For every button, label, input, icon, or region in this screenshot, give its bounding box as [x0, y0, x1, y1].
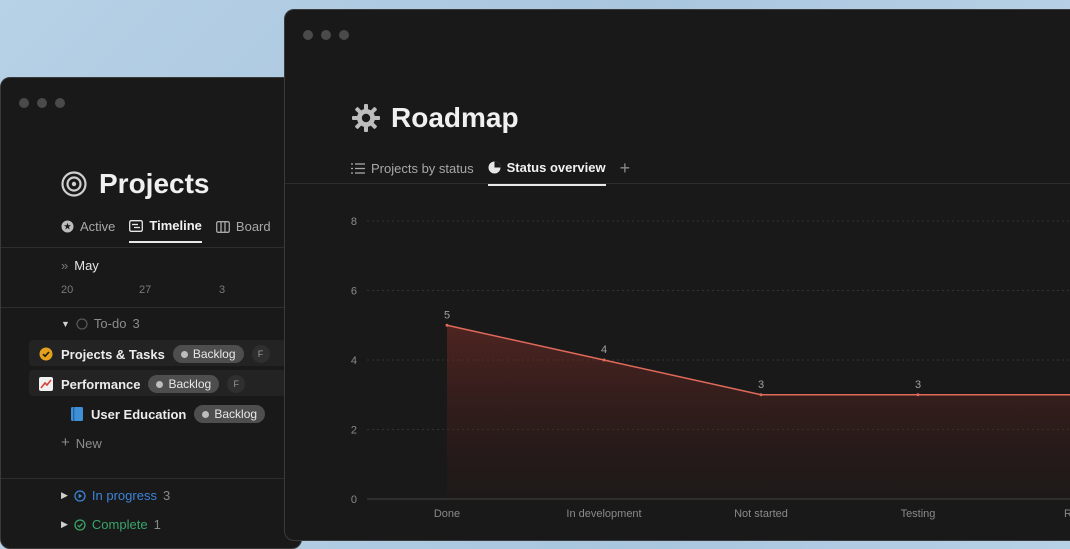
page-title-text: Projects [99, 168, 210, 199]
tab-label: Active [80, 219, 116, 234]
data-point[interactable] [445, 323, 449, 327]
status-label: Backlog [168, 377, 212, 391]
avatar[interactable]: F [227, 375, 246, 393]
tab-active[interactable]: Active [61, 218, 115, 243]
y-tick-label: 6 [351, 286, 357, 298]
y-tick-label: 0 [351, 494, 357, 506]
list-item[interactable]: Projects & Tasks Backlog F [39, 345, 270, 363]
divider [1, 478, 301, 479]
empty-circle-icon [76, 317, 88, 330]
x-tick-label: Not started [734, 508, 788, 520]
row-title: Projects & Tasks [61, 346, 165, 362]
day-label: 27 [139, 284, 152, 296]
y-tick-label: 4 [351, 355, 357, 367]
group-complete[interactable]: ▶ Complete 1 [61, 517, 161, 532]
day-label: 3 [219, 284, 226, 296]
plus-icon: + [61, 434, 70, 451]
new-item-button[interactable]: + New [61, 434, 102, 451]
tab-label: Timeline [149, 218, 202, 233]
projects-window: Projects Active Timeline Board » May 20 … [0, 77, 302, 549]
x-tick-label: Revi [1064, 508, 1070, 520]
group-label: To-do [93, 316, 127, 331]
tab-timeline[interactable]: Timeline [129, 218, 202, 243]
triangle-right-icon[interactable]: ▶ [61, 490, 68, 501]
group-count: 3 [162, 488, 171, 503]
status-label: Backlog [214, 407, 258, 421]
timeline-month: » May [61, 258, 99, 273]
data-label: 5 [444, 309, 450, 321]
check-badge-icon [39, 347, 53, 361]
data-label: 3 [915, 379, 921, 391]
chart-up-icon [39, 377, 53, 391]
chart-area [447, 325, 1070, 499]
list-item[interactable]: Performance Backlog F [39, 375, 246, 393]
triangle-down-icon[interactable]: ▼ [61, 319, 70, 329]
status-chart: 0 2 4 6 8 5 4 3 3 Done In development Not started… [351, 216, 1070, 520]
status-label: Backlog [192, 347, 236, 361]
row-title: User Education [91, 406, 187, 422]
x-tick-label: In development [566, 508, 641, 520]
target-icon [61, 171, 87, 197]
timeline-icon [129, 219, 144, 232]
divider [1, 307, 301, 308]
group-in-progress[interactable]: ▶ In progress 3 [61, 488, 170, 503]
avatar[interactable]: F [251, 345, 270, 363]
tab-board[interactable]: Board [215, 218, 271, 243]
group-label: Complete [91, 517, 148, 532]
data-label: 3 [758, 379, 764, 391]
data-point[interactable] [916, 393, 920, 397]
double-chevron-icon[interactable]: » [61, 258, 68, 273]
list-item[interactable]: User Education Backlog [71, 405, 266, 423]
roadmap-window: Roadmap Projects by status Status overvi… [284, 9, 1070, 541]
y-tick-label: 8 [351, 216, 357, 228]
triangle-right-icon[interactable]: ▶ [61, 519, 68, 530]
book-icon [71, 407, 83, 421]
y-tick-label: 2 [351, 425, 357, 437]
tab-label: Board [235, 219, 271, 234]
new-item-label: New [75, 436, 102, 451]
row-title: Performance [61, 376, 141, 392]
data-point[interactable] [759, 393, 763, 397]
status-badge[interactable]: Backlog [148, 375, 220, 393]
day-label: 20 [61, 284, 74, 296]
group-count: 1 [153, 517, 161, 532]
group-count: 3 [132, 316, 140, 331]
in-progress-icon [74, 489, 86, 502]
data-point[interactable] [602, 358, 606, 362]
status-badge[interactable]: Backlog [194, 405, 266, 423]
page-title: Projects [61, 168, 210, 200]
x-tick-label: Testing [901, 508, 936, 520]
window-controls[interactable] [19, 98, 65, 108]
view-tabs: Active Timeline Board [61, 218, 271, 243]
check-circle-icon [74, 518, 86, 531]
star-circle-icon [61, 220, 74, 233]
divider [1, 247, 301, 248]
data-label: 4 [601, 344, 607, 356]
x-tick-label: Done [434, 508, 460, 520]
group-todo[interactable]: ▼ To-do 3 [61, 316, 140, 331]
status-badge[interactable]: Backlog [172, 345, 244, 363]
group-label: In progress [91, 488, 157, 503]
month-label: May [74, 258, 99, 273]
board-icon [215, 220, 230, 233]
